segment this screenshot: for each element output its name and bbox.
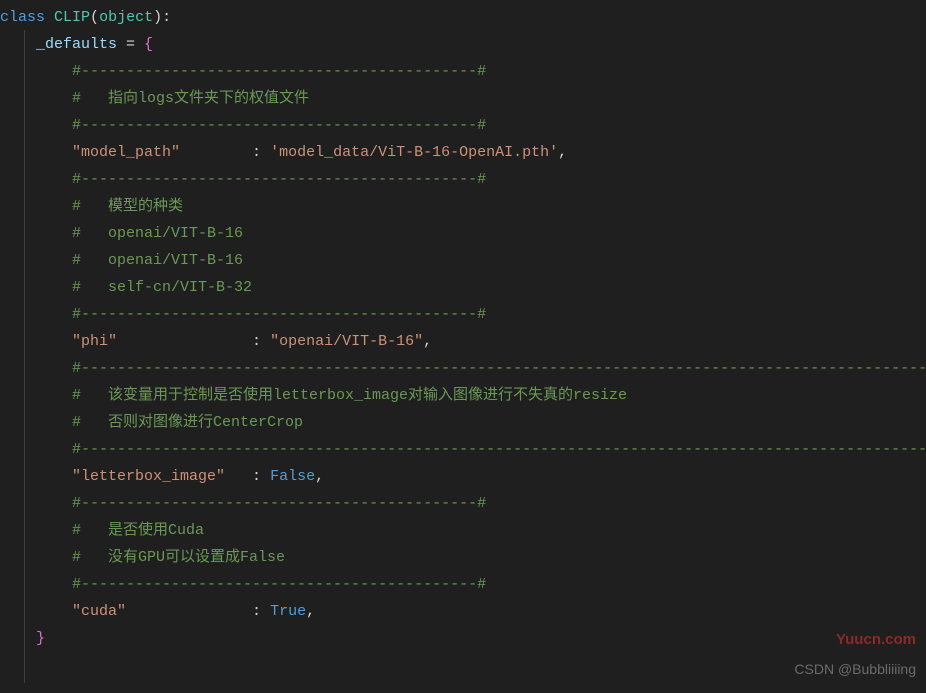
- comment-line: #---------------------------------------…: [72, 360, 926, 377]
- comment-line: #---------------------------------------…: [72, 576, 486, 593]
- paren-open: (: [90, 9, 99, 26]
- comment-line: # openai/VIT-B-16: [72, 225, 243, 242]
- code-block: class CLIP(object): _defaults = { #-----…: [0, 0, 926, 652]
- comment-line: # openai/VIT-B-16: [72, 252, 243, 269]
- comment-line: #---------------------------------------…: [72, 306, 486, 323]
- comment-line: # 模型的种类: [72, 198, 183, 215]
- comment-line: # 指向logs文件夹下的权值文件: [72, 90, 309, 107]
- comment-line: #---------------------------------------…: [72, 171, 486, 188]
- comment-line: #---------------------------------------…: [72, 495, 486, 512]
- comma: ,: [423, 333, 432, 350]
- comma: ,: [558, 144, 567, 161]
- comment-line: # 没有GPU可以设置成False: [72, 549, 285, 566]
- comment-line: # 该变量用于控制是否使用letterbox_image对输入图像进行不失真的r…: [72, 387, 627, 404]
- comment-line: # self-cn/VIT-B-32: [72, 279, 252, 296]
- base-class: object: [99, 9, 153, 26]
- comment-line: #---------------------------------------…: [72, 63, 486, 80]
- dict-value: "openai/VIT-B-16": [270, 333, 423, 350]
- brace-close: }: [36, 630, 45, 647]
- keyword-class: class: [0, 9, 45, 26]
- dict-key: "letterbox_image": [72, 468, 225, 485]
- watermark-author: CSDN @Bubbliiiing: [794, 656, 916, 683]
- dict-key: "model_path": [72, 144, 180, 161]
- dict-value: True: [270, 603, 306, 620]
- dict-value: 'model_data/ViT-B-16-OpenAI.pth': [270, 144, 558, 161]
- watermark-site: Yuucn.com: [836, 626, 916, 653]
- colon-sep: :: [126, 603, 270, 620]
- equals: =: [117, 36, 144, 53]
- dict-key: "phi": [72, 333, 117, 350]
- class-name: CLIP: [54, 9, 90, 26]
- indent-guide: [24, 30, 25, 683]
- comment-line: # 否则对图像进行CenterCrop: [72, 414, 303, 431]
- colon-sep: :: [180, 144, 270, 161]
- dict-value: False: [270, 468, 315, 485]
- colon: :: [162, 9, 171, 26]
- paren-close: ): [153, 9, 162, 26]
- dict-key: "cuda": [72, 603, 126, 620]
- brace-open: {: [144, 36, 153, 53]
- comma: ,: [315, 468, 324, 485]
- var-defaults: _defaults: [36, 36, 117, 53]
- comment-line: #---------------------------------------…: [72, 117, 486, 134]
- colon-sep: :: [117, 333, 270, 350]
- comment-line: #---------------------------------------…: [72, 441, 926, 458]
- colon-sep: :: [225, 468, 270, 485]
- comma: ,: [306, 603, 315, 620]
- comment-line: # 是否使用Cuda: [72, 522, 204, 539]
